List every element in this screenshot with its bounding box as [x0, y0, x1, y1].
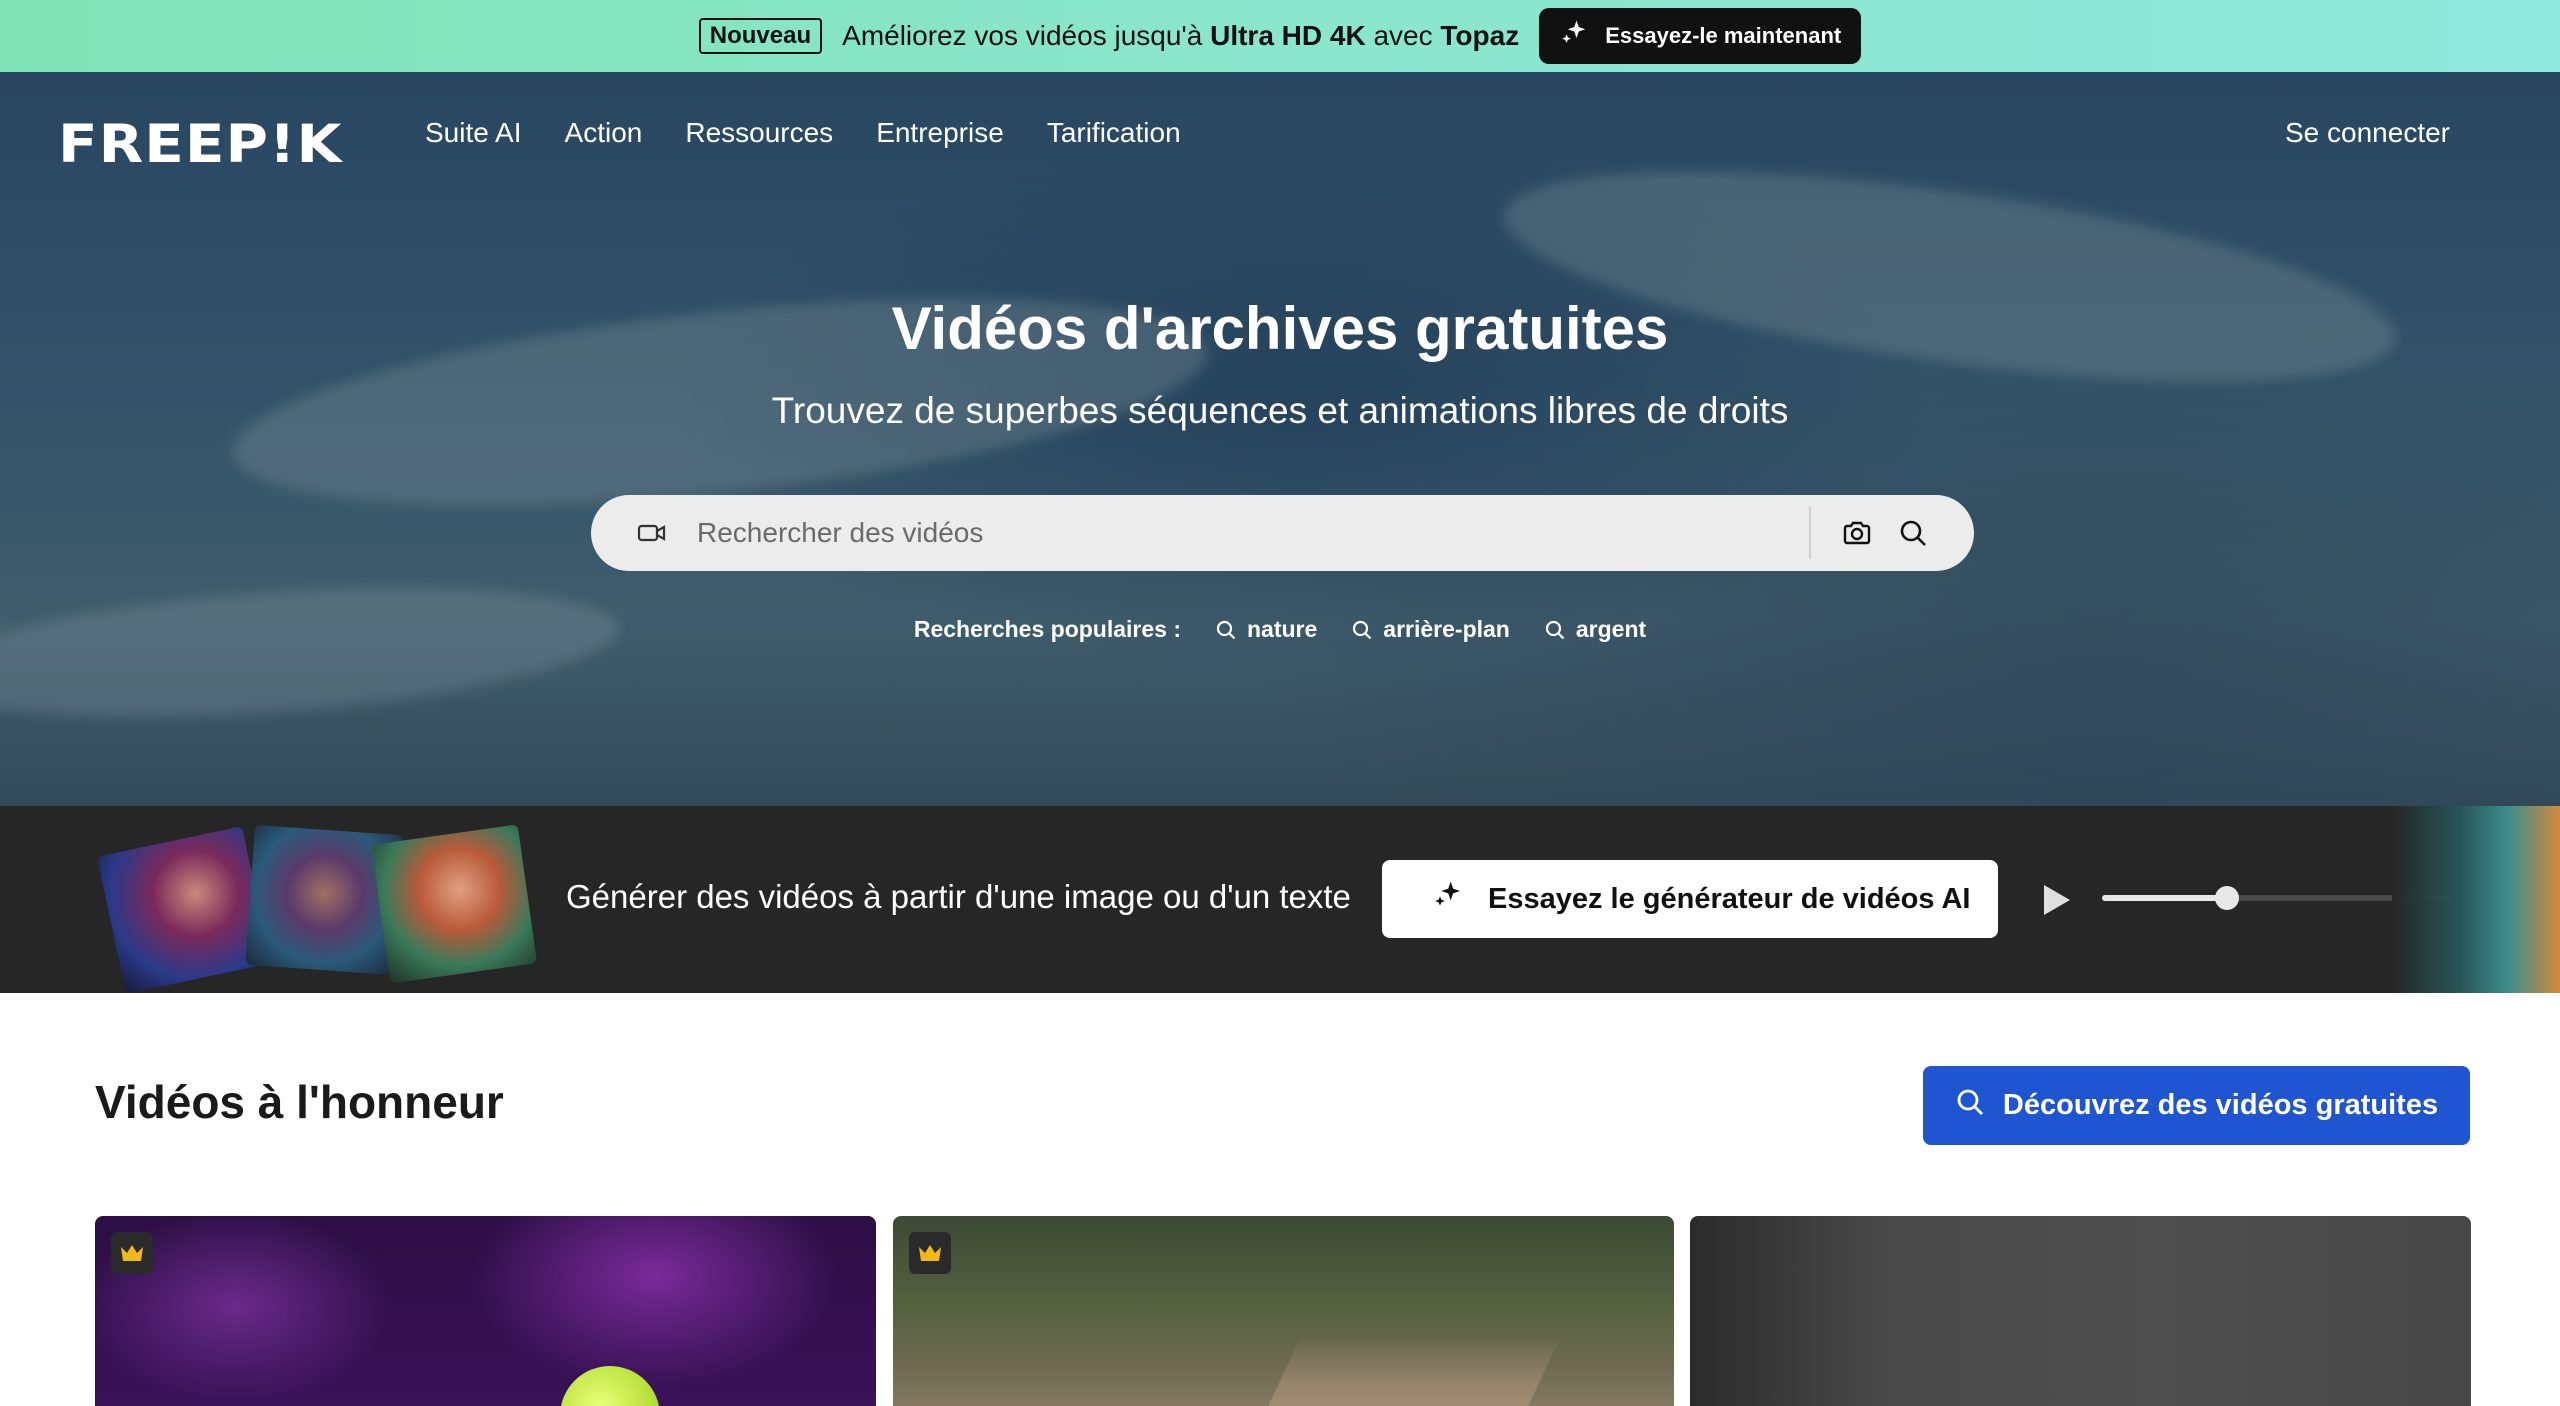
ai-preview-thumbnails [97, 824, 538, 994]
promo-cta-button[interactable]: Essayez-le maintenant [1539, 8, 1862, 64]
ai-strip-preview-edge [2392, 806, 2560, 993]
search-bar [591, 495, 1974, 571]
page: Nouveau Améliorez vos vidéos jusqu'à Ult… [0, 0, 2560, 1406]
search-icon [1216, 620, 1236, 639]
promo-text-prefix: Améliorez vos vidéos jusqu'à [842, 20, 1211, 51]
ai-video-generator-label: Essayez le générateur de vidéos AI [1488, 882, 1971, 915]
hero-subtitle: Trouvez de superbes séquences et animati… [771, 390, 1789, 431]
promo-text-brand: Topaz [1440, 20, 1520, 51]
search-icon [1353, 620, 1372, 639]
popular-searches-label: Recherches populaires : [913, 616, 1181, 642]
popular-search-arriere-plan[interactable]: arrière-plan [1351, 616, 1510, 643]
featured-videos-title: Vidéos à l'honneur [95, 1076, 504, 1128]
discover-free-videos-label: Découvrez des vidéos gratuites [2002, 1089, 2439, 1121]
video-camera-icon [637, 521, 667, 550]
ai-preview-thumbnail [97, 826, 271, 994]
promo-text: Améliorez vos vidéos jusqu'à Ultra HD 4K… [842, 20, 1519, 52]
freepik-logo[interactable]: FREEP!K [58, 113, 342, 174]
popular-search-label: arrière-plan [1383, 616, 1510, 642]
signin-link[interactable]: Se connecter [2285, 117, 2450, 149]
nav-item-action[interactable]: Action [565, 117, 643, 149]
video-thumbnail-subject [560, 1366, 660, 1406]
search-icon [1545, 620, 1565, 639]
discover-free-videos-button[interactable]: Découvrez des vidéos gratuites [1923, 1066, 2470, 1145]
nav-item-ressources[interactable]: Ressources [685, 117, 833, 149]
play-icon[interactable] [2040, 882, 2074, 923]
video-thumbnail-subject [1245, 1336, 1561, 1406]
premium-badge [111, 1232, 153, 1274]
popular-searches: Recherches populaires : nature arrière-p… [0, 616, 2560, 643]
video-progress-fill [2102, 895, 2228, 901]
ai-video-generator-button[interactable]: Essayez le générateur de vidéos AI [1382, 860, 1998, 938]
search-icon [1955, 1087, 1985, 1125]
video-card[interactable] [893, 1216, 1674, 1406]
hero: FREEP!K Suite AI Action Ressources Entre… [0, 72, 2560, 806]
top-nav: FREEP!K Suite AI Action Ressources Entre… [0, 72, 2560, 194]
video-progress-handle[interactable] [2215, 886, 2240, 910]
video-card[interactable] [1690, 1216, 2471, 1406]
search-divider [1809, 507, 1811, 559]
nav-links: Suite AI Action Ressources Entreprise Ta… [425, 117, 1181, 149]
promo-text-highlight: Ultra HD 4K [1210, 20, 1366, 51]
promo-badge: Nouveau [698, 18, 823, 54]
sparkles-icon [1432, 879, 1464, 919]
ai-strip-text: Générer des vidéos à partir d'une image … [566, 878, 1351, 915]
popular-search-label: argent [1575, 616, 1647, 642]
popular-search-argent[interactable]: argent [1544, 616, 1646, 643]
promo-banner: Nouveau Améliorez vos vidéos jusqu'à Ult… [0, 0, 2560, 72]
camera-icon[interactable] [1842, 519, 1872, 552]
crown-icon [121, 1245, 143, 1261]
nav-item-tarification[interactable]: Tarification [1047, 117, 1181, 149]
search-icon[interactable] [1898, 518, 1928, 553]
hero-title: Vidéos d'archives gratuites [891, 295, 1669, 362]
popular-search-label: nature [1247, 616, 1318, 642]
popular-search-nature[interactable]: nature [1215, 616, 1317, 643]
video-card[interactable] [95, 1216, 876, 1406]
premium-badge [909, 1232, 951, 1274]
nav-item-entreprise[interactable]: Entreprise [876, 117, 1004, 149]
promo-cta-label: Essayez-le maintenant [1605, 23, 1842, 48]
nav-item-suite-ai[interactable]: Suite AI [425, 117, 522, 149]
search-input[interactable] [697, 509, 1757, 557]
promo-text-mid: avec [1365, 20, 1441, 51]
sparkles-icon [1559, 18, 1589, 54]
ai-preview-thumbnail [370, 824, 538, 984]
ai-video-generator-strip: Générer des vidéos à partir d'une image … [0, 806, 2560, 994]
crown-icon [919, 1245, 941, 1261]
